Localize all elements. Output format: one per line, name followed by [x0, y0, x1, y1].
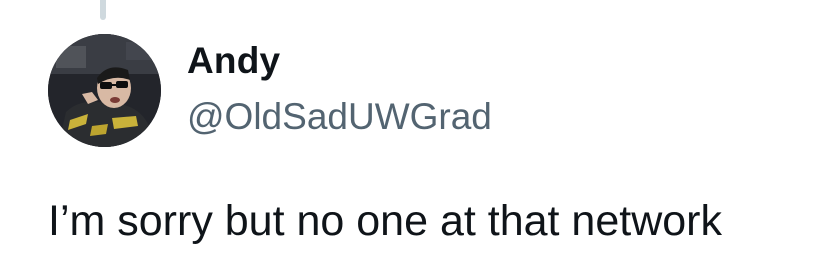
- avatar[interactable]: [48, 34, 161, 147]
- author-handle[interactable]: @OldSadUWGrad: [187, 96, 492, 138]
- thread-connector-line: [100, 0, 106, 20]
- avatar-photo-icon: [48, 34, 161, 147]
- author-display-name[interactable]: Andy: [187, 40, 280, 82]
- tweet-text: I’m sorry but no one at that network: [48, 197, 722, 245]
